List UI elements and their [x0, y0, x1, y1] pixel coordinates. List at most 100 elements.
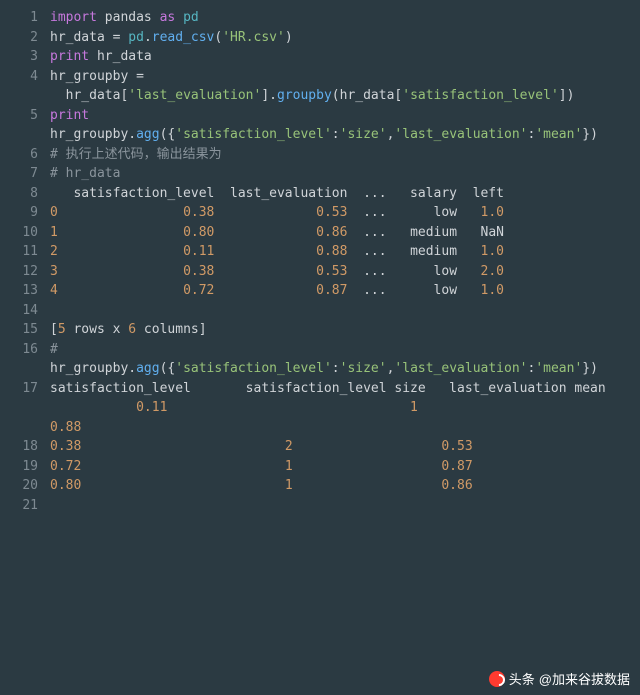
token-op: ]	[199, 322, 207, 337]
token-plain: satisfaction_level last_evaluation ... s…	[50, 186, 504, 201]
token-kw: print	[50, 108, 89, 123]
token-num: 1.0	[481, 205, 504, 220]
token-plain	[457, 264, 480, 279]
token-op	[89, 49, 97, 64]
token-op	[128, 69, 136, 84]
token-fn: groupby	[277, 88, 332, 103]
token-plain	[214, 244, 316, 259]
line-number: 17	[0, 379, 50, 399]
token-op: }	[582, 127, 590, 142]
code-line: 123 0.38 0.53 ... low 2.0	[0, 262, 640, 282]
token-str: 'mean'	[535, 361, 582, 376]
token-id: hr_groupby	[50, 127, 128, 142]
code-content: hr_groupby =	[50, 67, 640, 87]
token-op: }	[582, 361, 590, 376]
toutiao-logo-icon	[489, 671, 505, 687]
token-str: 'size'	[340, 127, 387, 142]
code-content: hr_groupby.agg({'satisfaction_level':'si…	[50, 125, 640, 145]
code-line: 101 0.80 0.86 ... medium NaN	[0, 223, 640, 243]
token-num: 0.86	[316, 225, 347, 240]
token-num: 0.53	[441, 439, 472, 454]
line-number: 3	[0, 47, 50, 67]
token-id: hr_data	[66, 88, 121, 103]
token-num: 0.38	[183, 205, 214, 220]
line-number: 13	[0, 281, 50, 301]
code-content: import pandas as pd	[50, 8, 640, 28]
code-content: 0.88	[50, 418, 640, 438]
line-number: 21	[0, 496, 50, 516]
token-num: 0.86	[441, 478, 472, 493]
token-plain	[214, 205, 316, 220]
token-op: .	[144, 30, 152, 45]
code-content: satisfaction_level satisfaction_level si…	[50, 379, 640, 399]
token-num: 0.38	[50, 439, 81, 454]
token-op: )	[285, 30, 293, 45]
token-plain	[347, 283, 363, 298]
token-str: 'satisfaction_level'	[402, 88, 559, 103]
token-plain	[457, 244, 480, 259]
token-plain	[347, 244, 363, 259]
code-content: 0.38 2 0.53	[50, 437, 640, 457]
token-num: 0	[50, 205, 58, 220]
token-num: 3	[50, 264, 58, 279]
token-str: 'last_evaluation'	[394, 361, 527, 376]
token-plain	[387, 225, 410, 240]
token-plain	[58, 264, 183, 279]
token-plain	[387, 264, 434, 279]
code-content: # 执行上述代码，输出结果为	[50, 145, 640, 165]
token-num: 0.87	[316, 283, 347, 298]
token-plain	[214, 283, 316, 298]
token-id: low	[434, 205, 457, 220]
token-str: 'satisfaction_level'	[175, 127, 332, 142]
token-plain	[293, 478, 442, 493]
code-content: 3 0.38 0.53 ... low 2.0	[50, 262, 640, 282]
token-fn: read_csv	[152, 30, 215, 45]
token-id: hr_groupby	[50, 361, 128, 376]
token-op: ...	[363, 225, 386, 240]
token-op: (	[332, 88, 340, 103]
token-op: )	[567, 88, 575, 103]
code-line: 2hr_data = pd.read_csv('HR.csv')	[0, 28, 640, 48]
token-plain: columns	[136, 322, 199, 337]
token-id: low	[434, 283, 457, 298]
token-kw: import	[50, 10, 97, 25]
token-op: )	[590, 361, 598, 376]
token-mod: pd	[128, 30, 144, 45]
code-content: hr_groupby.agg({'satisfaction_level':'si…	[50, 359, 640, 379]
token-num: 0.53	[316, 205, 347, 220]
line-number: 20	[0, 476, 50, 496]
token-plain	[293, 439, 442, 454]
token-kw: as	[160, 10, 176, 25]
token-op: .	[269, 88, 277, 103]
code-line: hr_groupby.agg({'satisfaction_level':'si…	[0, 125, 640, 145]
token-str: 'HR.csv'	[222, 30, 285, 45]
token-plain	[81, 478, 285, 493]
code-line: 14	[0, 301, 640, 321]
token-id: hr_groupby	[50, 69, 128, 84]
token-op: ...	[363, 244, 386, 259]
token-op: )	[590, 127, 598, 142]
token-id: medium	[410, 225, 457, 240]
code-content: 0 0.38 0.53 ... low 1.0	[50, 203, 640, 223]
line-number: 18	[0, 437, 50, 457]
token-num: 0.38	[183, 264, 214, 279]
token-num: 1.0	[481, 244, 504, 259]
code-line: 1import pandas as pd	[0, 8, 640, 28]
token-num: 0.72	[50, 459, 81, 474]
token-op: ]	[559, 88, 567, 103]
token-str: 'size'	[340, 361, 387, 376]
line-number: 14	[0, 301, 50, 321]
token-op	[175, 10, 183, 25]
token-str: 'last_evaluation'	[394, 127, 527, 142]
token-plain	[58, 205, 183, 220]
code-content: [5 rows x 6 columns]	[50, 320, 640, 340]
token-op: ]	[261, 88, 269, 103]
code-line: 7# hr_data	[0, 164, 640, 184]
code-line: 190.72 1 0.87	[0, 457, 640, 477]
token-id: hr_data	[340, 88, 395, 103]
code-content: hr_data = pd.read_csv('HR.csv')	[50, 28, 640, 48]
code-line: 21	[0, 496, 640, 516]
code-content: #	[50, 340, 640, 360]
token-op	[97, 10, 105, 25]
token-cmt: # 执行上述代码，输出结果为	[50, 147, 222, 162]
